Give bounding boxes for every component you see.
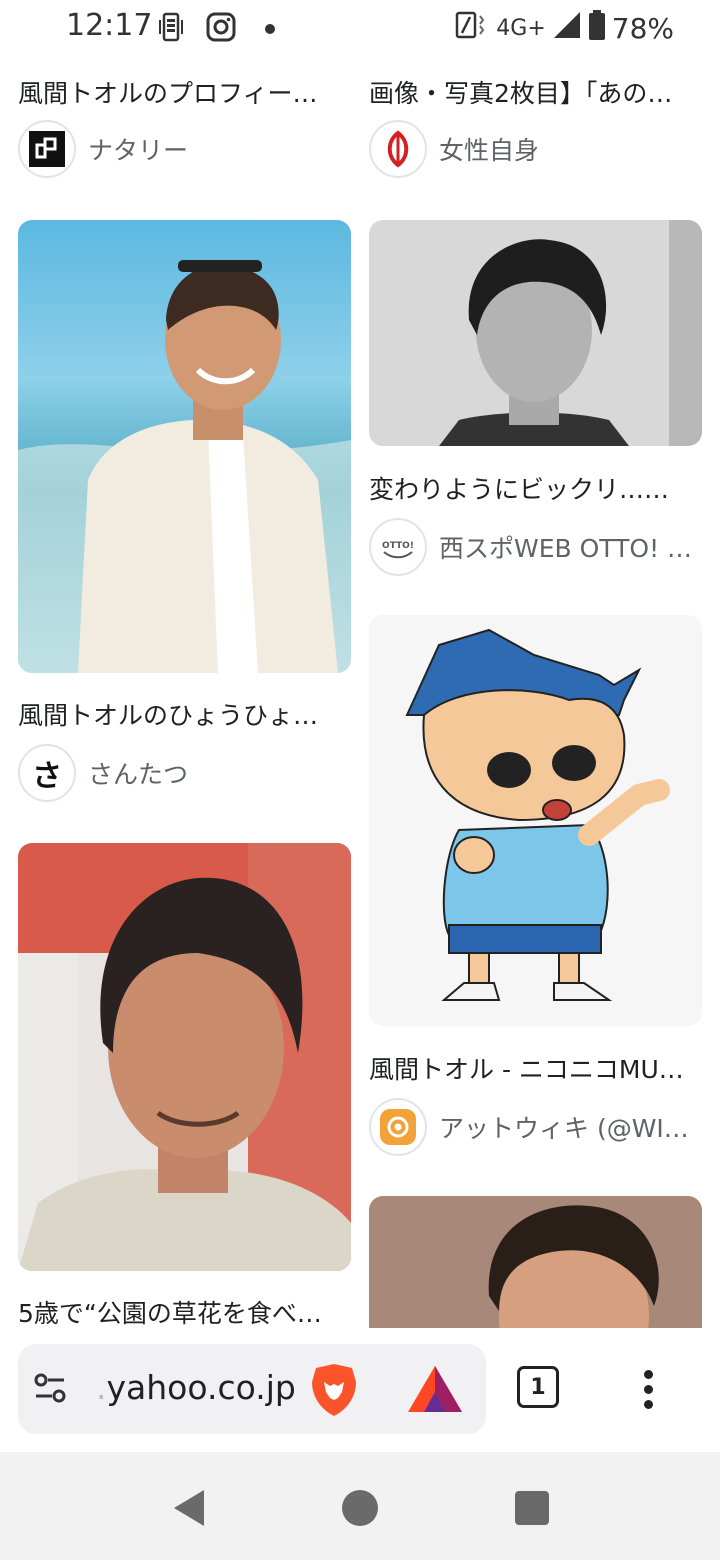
result-title[interactable]: 画像・写真2枚目】「あの… [369,74,687,110]
result-title[interactable]: 変わりようにビックリ…… [369,470,687,506]
source-name: さんたつ [88,760,189,789]
natalie-logo-icon [18,120,76,178]
battery-percent: 78% [611,12,674,45]
image-results-grid: 風間トオルのプロフィー… ナタリー 画像・写真2枚目】「あの… 女性自身 風間ト… [0,56,720,1328]
result-title[interactable]: 風間トオル - ニコニコMU… [369,1050,687,1086]
result-source[interactable]: ナタリー [18,120,188,178]
josei-jishin-logo-icon [369,120,427,178]
result-source[interactable]: OTTO! 西スポWEB OTTO! - … [369,518,697,576]
result-source[interactable]: 女性自身 [369,120,539,178]
instagram-icon [205,10,237,48]
back-icon[interactable] [170,1488,210,1532]
result-title[interactable]: 風間トオルのプロフィー… [18,74,336,110]
santatsu-logo-icon: さ [18,744,76,802]
source-name: ナタリー [88,136,189,165]
recents-icon[interactable] [514,1490,550,1530]
result-image[interactable] [18,843,351,1271]
source-name: アットウィキ (@WI… [439,1114,689,1143]
result-image[interactable] [369,615,702,1026]
result-image[interactable] [18,220,351,673]
result-source[interactable]: さ さんたつ [18,744,188,802]
signal-icon [552,10,582,47]
brave-shields-icon[interactable] [308,1362,360,1422]
home-icon[interactable] [340,1488,380,1532]
tab-switcher-button[interactable]: 1 [517,1366,559,1408]
source-name: 女性自身 [439,136,540,165]
vibrate-icon [158,10,184,48]
bat-rewards-icon[interactable] [406,1364,464,1420]
overflow-menu-icon[interactable] [640,1370,656,1410]
result-source[interactable]: アットウィキ (@WI… [369,1098,689,1156]
status-bar: 12:17 4G+ 78% [0,0,720,56]
battery-icon [588,9,606,48]
otto-logo-icon: OTTO! [369,518,427,576]
system-navigation-bar [0,1452,720,1560]
atwiki-logo-icon [369,1098,427,1156]
result-image[interactable] [369,220,702,446]
svg-text:OTTO!: OTTO! [382,541,414,551]
network-type: 4G+ [496,16,546,41]
nfc-icon [454,8,490,49]
address-bar[interactable]: .yahoo.co.jp [18,1344,486,1434]
site-settings-icon[interactable] [32,1370,68,1410]
source-name: 西スポWEB OTTO! - … [439,534,697,563]
notification-dot-icon [264,20,276,39]
url-text[interactable]: .yahoo.co.jp [96,1368,296,1407]
result-title[interactable]: 5歳で“公園の草花を食べ… [18,1294,336,1328]
result-title[interactable]: 風間トオルのひょうひょ… [18,696,336,732]
result-image[interactable] [369,1196,702,1328]
status-time: 12:17 [66,8,153,43]
